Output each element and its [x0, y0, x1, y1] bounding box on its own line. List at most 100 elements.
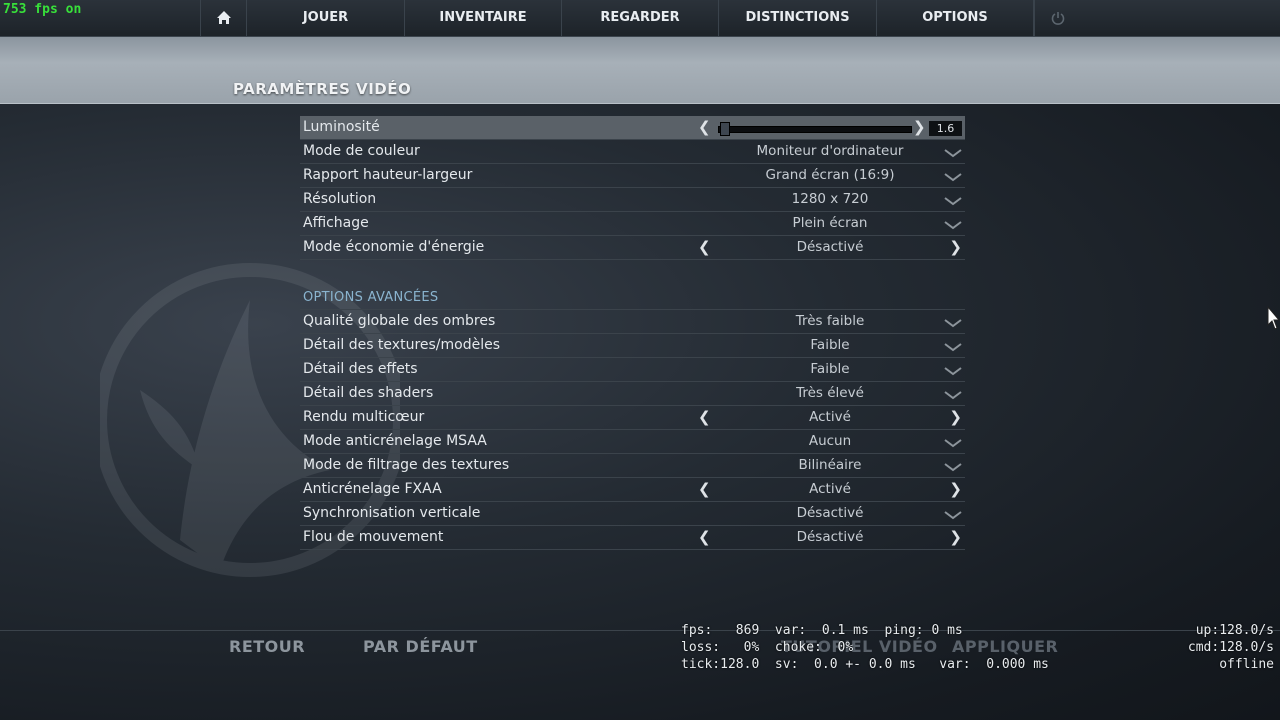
chevron-right-icon[interactable]: ❯: [949, 480, 962, 498]
header-band: [0, 36, 1280, 104]
setting-label: Résolution: [303, 191, 377, 207]
chevron-right-icon[interactable]: ❯: [949, 408, 962, 426]
setting-label: Mode anticrénelage MSAA: [303, 433, 487, 449]
setting-label: Détail des shaders: [303, 385, 434, 401]
chevron-left-icon[interactable]: ❮: [698, 528, 711, 546]
setting-row-vsync[interactable]: Synchronisation verticale Désactivé: [300, 502, 965, 526]
chevron-left-icon[interactable]: ❮: [698, 480, 711, 498]
nav-jouer[interactable]: JOUER: [246, 0, 404, 36]
setting-value: Grand écran (16:9): [765, 167, 895, 183]
setting-value: Faible: [810, 361, 850, 377]
setting-value: Très faible: [795, 313, 865, 329]
nav-regarder[interactable]: REGARDER: [561, 0, 718, 36]
setting-value: Activé: [809, 409, 851, 425]
net-graph-stats: fps: 869 var: 0.1 ms ping: 0 ms loss: 0% …: [681, 622, 1049, 673]
chevron-down-icon[interactable]: [944, 510, 962, 520]
setting-value: Désactivé: [796, 239, 864, 255]
setting-label: Détail des effets: [303, 361, 418, 377]
setting-label: Synchronisation verticale: [303, 505, 481, 521]
setting-value: Désactivé: [796, 505, 864, 521]
chevron-down-icon[interactable]: [944, 366, 962, 376]
setting-row-rapport[interactable]: Rapport hauteur-largeur Grand écran (16:…: [300, 164, 965, 188]
default-button[interactable]: PAR DÉFAUT: [363, 637, 478, 656]
chevron-right-icon[interactable]: ❯: [949, 528, 962, 546]
setting-row-msaa[interactable]: Mode anticrénelage MSAA Aucun: [300, 430, 965, 454]
chevron-left-icon[interactable]: ❮: [698, 408, 711, 426]
setting-row-shaders[interactable]: Détail des shaders Très élevé: [300, 382, 965, 406]
chevron-down-icon[interactable]: [944, 220, 962, 230]
home-button[interactable]: [200, 0, 246, 36]
setting-row-flou[interactable]: Flou de mouvement ❮ Désactivé ❯: [300, 526, 965, 550]
net-graph-line: fps: 869 var: 0.1 ms ping: 0 ms: [681, 623, 963, 638]
page-title: PARAMÈTRES VIDÉO: [233, 80, 412, 98]
chevron-down-icon[interactable]: [944, 438, 962, 448]
mouse-cursor-icon: [1267, 306, 1280, 330]
brightness-slider-handle[interactable]: [719, 122, 730, 136]
chevron-down-icon[interactable]: [944, 342, 962, 352]
video-settings-list: Luminosité ❮ ❯ 1.6 Mode de couleur Monit…: [300, 116, 965, 550]
back-button[interactable]: RETOUR: [229, 637, 305, 656]
setting-label: Mode de filtrage des textures: [303, 457, 510, 473]
chevron-down-icon[interactable]: [944, 148, 962, 158]
setting-value: Faible: [810, 337, 850, 353]
setting-row-luminosite[interactable]: Luminosité ❮ ❯ 1.6: [300, 116, 965, 140]
setting-label: Qualité globale des ombres: [303, 313, 496, 329]
setting-label: Affichage: [303, 215, 369, 231]
setting-value: Moniteur d'ordinateur: [756, 143, 904, 159]
advanced-options-heading: OPTIONS AVANCÉES: [300, 286, 965, 310]
net-graph-line: cmd:128.0/s: [1187, 640, 1274, 655]
setting-row-fxaa[interactable]: Anticrénelage FXAA ❮ Activé ❯: [300, 478, 965, 502]
top-navigation: JOUER INVENTAIRE REGARDER DISTINCTIONS O…: [0, 0, 1280, 37]
nav-distinctions[interactable]: DISTINCTIONS: [718, 0, 876, 36]
setting-label: Mode de couleur: [303, 143, 420, 159]
setting-value: Désactivé: [796, 529, 864, 545]
setting-row-effets[interactable]: Détail des effets Faible: [300, 358, 965, 382]
net-graph-rates: up:128.0/s cmd:128.0/s offline: [1188, 622, 1274, 673]
home-icon: [216, 11, 231, 24]
setting-label: Détail des textures/modèles: [303, 337, 501, 353]
chevron-right-icon[interactable]: ❯: [949, 238, 962, 256]
setting-label: Anticrénelage FXAA: [303, 481, 442, 497]
net-graph-line: tick:128.0 sv: 0.0 +- 0.0 ms var: 0.000 …: [681, 657, 1049, 672]
setting-value: Activé: [809, 481, 851, 497]
setting-value: Plein écran: [792, 215, 868, 231]
brightness-value: 1.6: [929, 121, 962, 136]
chevron-down-icon[interactable]: [944, 390, 962, 400]
setting-row-economie-energie[interactable]: Mode économie d'énergie ❮ Désactivé ❯: [300, 236, 965, 260]
net-graph-line: loss: 0% choke: 0%: [681, 640, 854, 655]
brightness-slider-track[interactable]: [718, 126, 912, 133]
power-icon: [1051, 12, 1064, 25]
nav-inventaire[interactable]: INVENTAIRE: [404, 0, 561, 36]
chevron-left-icon[interactable]: ❮: [698, 238, 711, 256]
setting-label: Rapport hauteur-largeur: [303, 167, 473, 183]
setting-row-multicoeur[interactable]: Rendu multicœur ❮ Activé ❯: [300, 406, 965, 430]
setting-value: Très élevé: [796, 385, 864, 401]
setting-label: Luminosité: [303, 119, 380, 135]
setting-row-mode-couleur[interactable]: Mode de couleur Moniteur d'ordinateur: [300, 140, 965, 164]
nav-options[interactable]: OPTIONS: [876, 0, 1034, 36]
setting-row-affichage[interactable]: Affichage Plein écran: [300, 212, 965, 236]
fps-counter: 753 fps on: [3, 2, 82, 17]
chevron-down-icon[interactable]: [944, 196, 962, 206]
slider-increase-icon[interactable]: ❯: [913, 118, 926, 136]
chevron-down-icon[interactable]: [944, 172, 962, 182]
power-button[interactable]: [1034, 0, 1080, 36]
setting-value: Bilinéaire: [798, 457, 862, 473]
net-graph-line: offline: [1219, 657, 1274, 672]
setting-row-filtrage[interactable]: Mode de filtrage des textures Bilinéaire: [300, 454, 965, 478]
setting-row-ombres[interactable]: Qualité globale des ombres Très faible: [300, 310, 965, 334]
net-graph-line: up:128.0/s: [1195, 623, 1274, 638]
setting-value: 1280 x 720: [791, 191, 869, 207]
footer-divider: [0, 630, 1280, 631]
chevron-down-icon[interactable]: [944, 462, 962, 472]
setting-label: Rendu multicœur: [303, 409, 425, 425]
setting-row-resolution[interactable]: Résolution 1280 x 720: [300, 188, 965, 212]
setting-row-textures[interactable]: Détail des textures/modèles Faible: [300, 334, 965, 358]
setting-value: Aucun: [808, 433, 852, 449]
setting-label: Mode économie d'énergie: [303, 239, 485, 255]
setting-label: Flou de mouvement: [303, 529, 444, 545]
slider-decrease-icon[interactable]: ❮: [698, 118, 711, 136]
chevron-down-icon[interactable]: [944, 318, 962, 328]
section-heading-text: OPTIONS AVANCÉES: [303, 290, 439, 305]
